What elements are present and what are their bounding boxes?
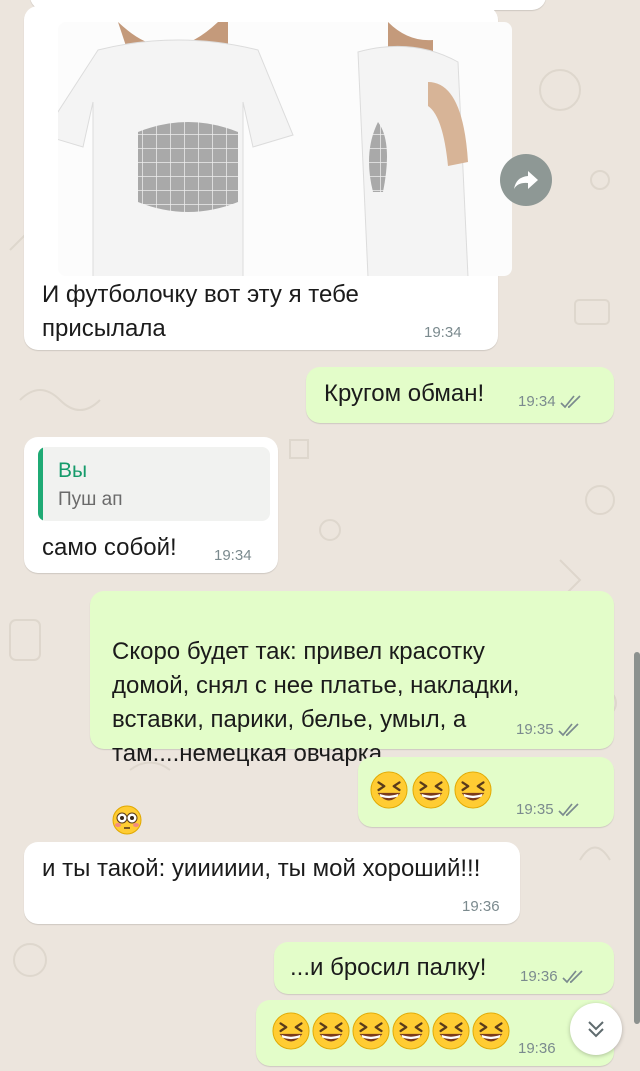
laughing-face-icon	[472, 1012, 510, 1050]
read-ticks-icon	[559, 394, 582, 409]
message-time: 19:36	[518, 1040, 556, 1057]
outgoing-emoji-bubble[interactable]: 19:36	[256, 1000, 614, 1066]
read-ticks-icon	[557, 802, 580, 817]
laughing-face-icon	[370, 771, 408, 809]
laughing-face-icon	[352, 1012, 390, 1050]
message-text: И футболочку вот эту я тебе присылала	[42, 281, 359, 342]
flushed-face-icon	[112, 771, 142, 845]
quoted-message[interactable]: Вы Пуш ап	[38, 447, 270, 521]
laughing-face-icon	[392, 1012, 430, 1050]
message-text: и ты такой: уииииии, ты мой хороший!!!	[42, 855, 481, 882]
message-time: 19:36	[462, 898, 500, 915]
outgoing-message-bubble[interactable]: Кругом обман! 19:34	[306, 367, 614, 423]
message-text: Кругом обман!	[324, 380, 485, 407]
emoji-row	[272, 1012, 510, 1050]
laughing-face-icon	[272, 1012, 310, 1050]
message-time: 19:36	[520, 968, 584, 985]
laughing-face-icon	[432, 1012, 470, 1050]
message-time: 19:34	[214, 547, 252, 564]
laughing-face-icon	[454, 771, 492, 809]
laughing-face-icon	[412, 771, 450, 809]
quote-accent-bar	[38, 447, 43, 521]
forward-arrow-icon	[514, 171, 538, 189]
message-time: 19:35	[516, 721, 580, 738]
reply-message-bubble[interactable]: Вы Пуш ап само собой! 19:34	[24, 437, 278, 573]
double-chevron-down-icon	[588, 1021, 604, 1038]
read-ticks-icon	[561, 969, 584, 984]
message-time: 19:34	[424, 324, 462, 341]
scroll-to-bottom-button[interactable]	[570, 1003, 622, 1055]
quote-text: Пуш ап	[58, 489, 123, 510]
laughing-face-icon	[312, 1012, 350, 1050]
outgoing-message-bubble[interactable]: ...и бросил палку! 19:36	[274, 942, 614, 994]
read-ticks-icon	[557, 722, 580, 737]
quote-author: Вы	[58, 459, 88, 482]
message-text: само собой!	[42, 534, 177, 561]
incoming-message-bubble[interactable]: и ты такой: уииииии, ты мой хороший!!! 1…	[24, 842, 520, 924]
outgoing-message-bubble[interactable]: Скоро будет так: привел красотку домой, …	[90, 591, 614, 835]
message-time: 19:34	[518, 393, 582, 410]
outgoing-emoji-bubble[interactable]: 19:35	[358, 757, 614, 827]
image-message-bubble[interactable]: И футболочку вот эту я тебе присылала 19…	[24, 6, 512, 350]
scrollbar[interactable]	[634, 652, 640, 1024]
message-text: ...и бросил палку!	[290, 954, 487, 981]
emoji-row	[370, 771, 492, 809]
message-time: 19:35	[516, 801, 580, 818]
forward-button[interactable]	[500, 154, 552, 206]
t-shirt-photo[interactable]	[58, 22, 512, 276]
